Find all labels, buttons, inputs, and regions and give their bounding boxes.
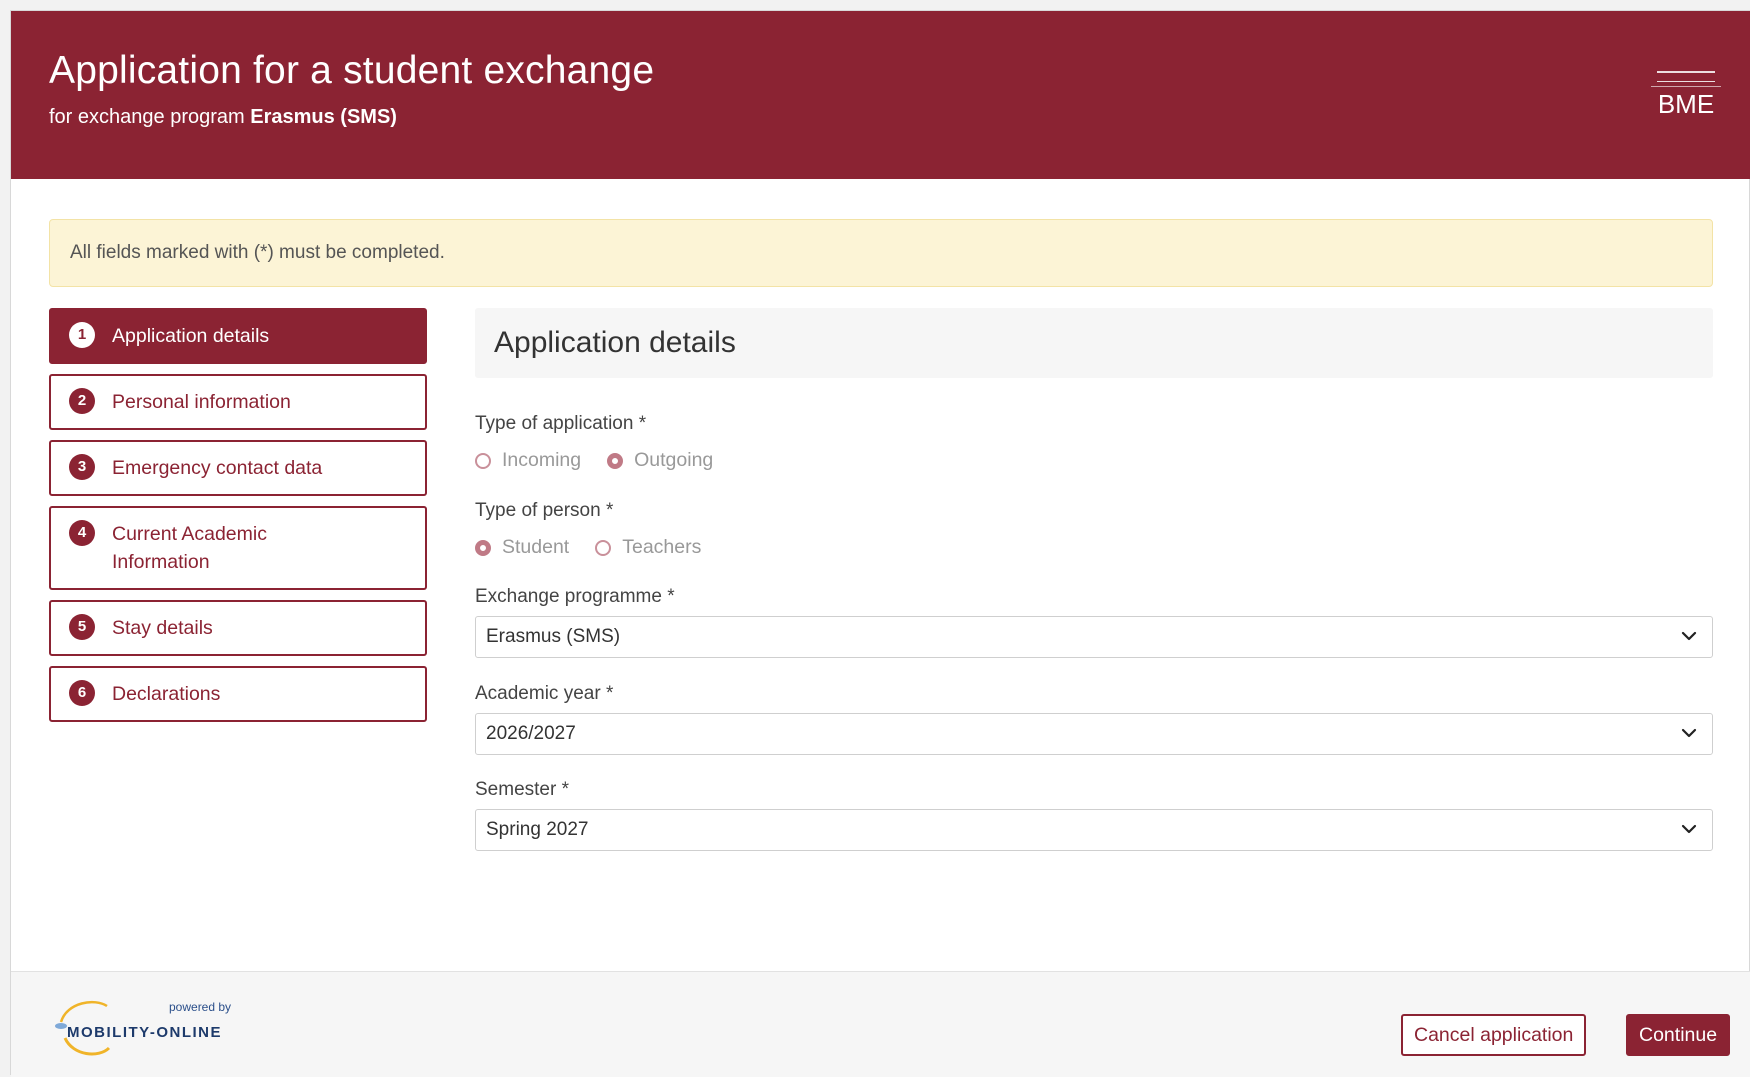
exchange-programme-select[interactable]: Erasmus (SMS) [475, 616, 1713, 658]
step-number: 1 [69, 322, 95, 348]
mobility-online-text: MOBILITY-ONLINE [67, 1024, 222, 1041]
step-stay-details[interactable]: 5 Stay details [49, 600, 427, 656]
type-of-person-label: Type of person * [475, 500, 614, 521]
semester-select[interactable]: Spring 2027 [475, 809, 1713, 851]
radio-label: Teachers [622, 536, 702, 558]
step-label: Current Academic Information [112, 523, 267, 573]
step-emergency-contact-data[interactable]: 3 Emergency contact data [49, 440, 427, 496]
page-title: Application for a student exchange [49, 49, 655, 92]
required-fields-alert: All fields marked with (*) must be compl… [49, 219, 1713, 287]
radio-circle [595, 539, 612, 556]
step-current-academic-information[interactable]: 4 Current Academic Information [49, 506, 427, 590]
select-value: 2026/2027 [486, 723, 576, 744]
chevron-down-icon [1681, 728, 1697, 738]
radio-incoming[interactable]: Incoming [475, 449, 581, 472]
radio-student[interactable]: Student [475, 536, 569, 559]
exchange-programme-label: Exchange programme * [475, 586, 675, 607]
step-application-details[interactable]: 1 Application details [49, 308, 427, 364]
radio-circle-selected [475, 539, 491, 556]
section-title: Application details [475, 308, 1713, 378]
logo-building-mark [1657, 71, 1715, 82]
chevron-down-icon [1681, 631, 1697, 641]
bme-logo: BME [1651, 71, 1721, 120]
powered-by-text: powered by [169, 1000, 232, 1014]
type-of-person-radios: Student Teachers [475, 536, 727, 559]
step-label: Declarations [112, 683, 221, 705]
application-card: Application for a student exchange for e… [10, 10, 1750, 1077]
step-label: Personal information [112, 391, 291, 413]
mobility-online-logo: powered by MOBILITY-ONLINE [47, 992, 247, 1062]
radio-circle-selected [607, 452, 624, 469]
subtitle-prefix: for exchange program [49, 106, 245, 128]
step-number: 6 [69, 680, 95, 706]
semester-label: Semester * [475, 779, 569, 800]
step-number: 3 [69, 454, 95, 480]
subtitle-program: Erasmus (SMS) [250, 106, 397, 128]
chevron-down-icon [1681, 824, 1697, 834]
select-value: Erasmus (SMS) [486, 626, 621, 647]
step-navigation: 1 Application details 2 Personal informa… [49, 308, 427, 732]
step-number: 2 [69, 388, 95, 414]
academic-year-label: Academic year * [475, 683, 614, 704]
select-value: Spring 2027 [486, 819, 589, 840]
type-of-application-radios: Incoming Outgoing [475, 449, 739, 472]
step-label: Application details [112, 325, 270, 347]
logo-text: BME [1651, 86, 1721, 120]
page-subtitle: for exchange program Erasmus (SMS) [49, 106, 397, 129]
step-label: Stay details [112, 617, 213, 639]
radio-label: Outgoing [634, 449, 714, 471]
academic-year-select[interactable]: 2026/2027 [475, 713, 1713, 755]
main-form: Application details Type of application … [475, 308, 1713, 851]
step-number: 5 [69, 614, 95, 640]
step-personal-information[interactable]: 2 Personal information [49, 374, 427, 430]
step-number: 4 [69, 520, 95, 546]
radio-outgoing[interactable]: Outgoing [607, 449, 713, 472]
radio-label: Incoming [502, 449, 582, 471]
type-of-application-label: Type of application * [475, 413, 647, 434]
radio-circle [475, 452, 491, 469]
cancel-application-button[interactable]: Cancel application [1401, 1014, 1587, 1056]
continue-button[interactable]: Continue [1626, 1014, 1731, 1056]
page-header: Application for a student exchange for e… [11, 11, 1750, 179]
step-declarations[interactable]: 6 Declarations [49, 666, 427, 722]
radio-label: Student [502, 536, 570, 558]
step-label: Emergency contact data [112, 457, 323, 479]
radio-teachers[interactable]: Teachers [595, 536, 701, 559]
